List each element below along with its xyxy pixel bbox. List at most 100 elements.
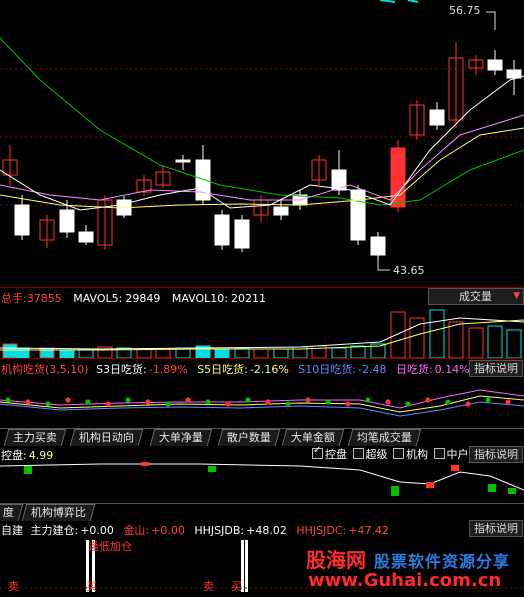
moving-average-line: [0, 37, 524, 206]
watermark: 股海网 股票软件资源分享 www.Guhai.com.cn: [302, 540, 524, 594]
volume-bar: [448, 321, 464, 359]
tab-bоyi[interactable]: 机构博弈比: [21, 504, 96, 521]
low-leader: [377, 260, 390, 271]
control-bar: [508, 488, 516, 494]
candle-body: [59, 209, 75, 233]
tab-du[interactable]: 度: [0, 504, 24, 521]
s10-label: S10日吃货:: [298, 363, 356, 376]
tab-dadan-jingliang[interactable]: 大单净量: [149, 429, 213, 446]
candle-body: [214, 214, 230, 246]
volume-bar: [331, 347, 347, 359]
tab-dadan-jine[interactable]: 大单金额: [281, 429, 345, 446]
volume-bar: [468, 327, 484, 359]
bottom-help-label: 指标说明: [474, 522, 518, 535]
candle-body: [506, 69, 522, 79]
note-label: 逢低加仓: [88, 540, 132, 553]
s5-value: -2.16%: [249, 363, 289, 376]
inst-dot: [385, 399, 391, 405]
inst-dot: [5, 397, 11, 403]
s3-value: -1.89%: [148, 363, 188, 376]
candle-body: [370, 236, 386, 256]
inst-legend: 机构吃货(3,5,10) S3日吃货: -1.89% S5日吃货: -2.16% S…: [1, 361, 470, 377]
volume-bar: [273, 348, 289, 359]
signal-marker: 买: [231, 580, 242, 593]
inst-chart[interactable]: [0, 378, 524, 426]
inst-dot: [25, 399, 31, 405]
signal-marker: 卖: [8, 580, 19, 593]
candle-body: [14, 204, 30, 236]
price-panel[interactable]: 56.75 43.65: [0, 0, 524, 286]
low-price-label: 43.65: [393, 264, 425, 277]
dc-value: +47.42: [348, 524, 389, 537]
inst-dot: [125, 397, 131, 403]
tab-zhuli[interactable]: 主力买卖: [3, 429, 67, 446]
control-bar: [24, 466, 32, 474]
checkbox-icon: [352, 448, 364, 459]
inst-dot: [505, 399, 511, 405]
inst-help-button[interactable]: 指标说明: [469, 360, 523, 377]
inst-line: [0, 389, 524, 409]
moving-average-line: [0, 75, 524, 211]
bottom-help-button[interactable]: 指标说明: [469, 520, 523, 537]
candle-body: [350, 189, 366, 241]
chevron-down-icon: ▼: [513, 291, 520, 301]
inst-dot: [165, 401, 171, 407]
bottom-legend: 自建 主力建仓: +0.00 金山: +0.00 HHJSJDB: +48.02 HH…: [1, 522, 389, 538]
top-marker: [379, 0, 396, 3]
candle-body: [390, 147, 406, 208]
inst-dot: [245, 397, 251, 403]
control-bar: [391, 486, 399, 496]
volume-bar: [214, 348, 230, 359]
inst-dot: [285, 401, 291, 407]
s5-label: S5日吃货:: [197, 363, 248, 376]
candle-body: [487, 59, 503, 71]
mavol5-line: [0, 317, 524, 350]
candle-body: [175, 159, 191, 163]
control-chart[interactable]: [0, 460, 524, 500]
signal-bar: [245, 540, 248, 592]
inst-dot: [185, 397, 191, 403]
volume-chart[interactable]: [0, 304, 524, 359]
js-label: 金山:: [123, 524, 150, 537]
high-leader: [486, 11, 496, 30]
checkbox-icon: [312, 445, 323, 459]
volume-bar: [487, 325, 503, 359]
inst-dot: [405, 401, 411, 407]
control-bar: [208, 466, 216, 472]
inst-dot: [265, 399, 271, 405]
candle-body: [429, 109, 445, 126]
inst-dot: [465, 401, 471, 407]
tab-sanhu[interactable]: 散户数量: [217, 429, 281, 446]
divider: [0, 358, 524, 359]
control-bar: [451, 465, 459, 471]
volume-bar: [350, 345, 366, 359]
price-chart[interactable]: [0, 0, 524, 286]
control-panel[interactable]: [0, 460, 524, 500]
moving-average-line: [0, 127, 524, 209]
watermark-url: www.Guhai.com.cn: [308, 570, 502, 591]
inst-panel[interactable]: [0, 378, 524, 426]
inst-help-label: 指标说明: [474, 362, 518, 375]
volume-bar: [253, 348, 269, 359]
volume-panel[interactable]: [0, 304, 524, 359]
inst-dot: [345, 401, 351, 407]
high-price-label: 56.75: [449, 4, 481, 17]
inst-dot: [485, 397, 491, 403]
control-bar: [141, 462, 149, 466]
watermark-brand: 股海网: [306, 548, 366, 572]
bottom-prefix: 自建: [1, 524, 23, 537]
s3-label: S3日吃货:: [96, 363, 147, 376]
volume-bar: [506, 329, 522, 359]
zl-value: +0.00: [80, 524, 114, 537]
inst-dot: [45, 401, 51, 407]
control-line: [0, 463, 524, 491]
tab-junbi[interactable]: 均笔成交量: [347, 429, 422, 446]
checkbox-icon: [393, 448, 404, 459]
indicator-selector[interactable]: 成交量 ▼: [428, 288, 524, 305]
inst-dot: [365, 397, 371, 403]
tab-jigou[interactable]: 机构日动向: [69, 429, 144, 446]
checkbox-icon: [433, 448, 445, 459]
candle-body: [234, 219, 250, 249]
inst-dot: [205, 399, 211, 405]
inst-dot: [105, 401, 111, 407]
